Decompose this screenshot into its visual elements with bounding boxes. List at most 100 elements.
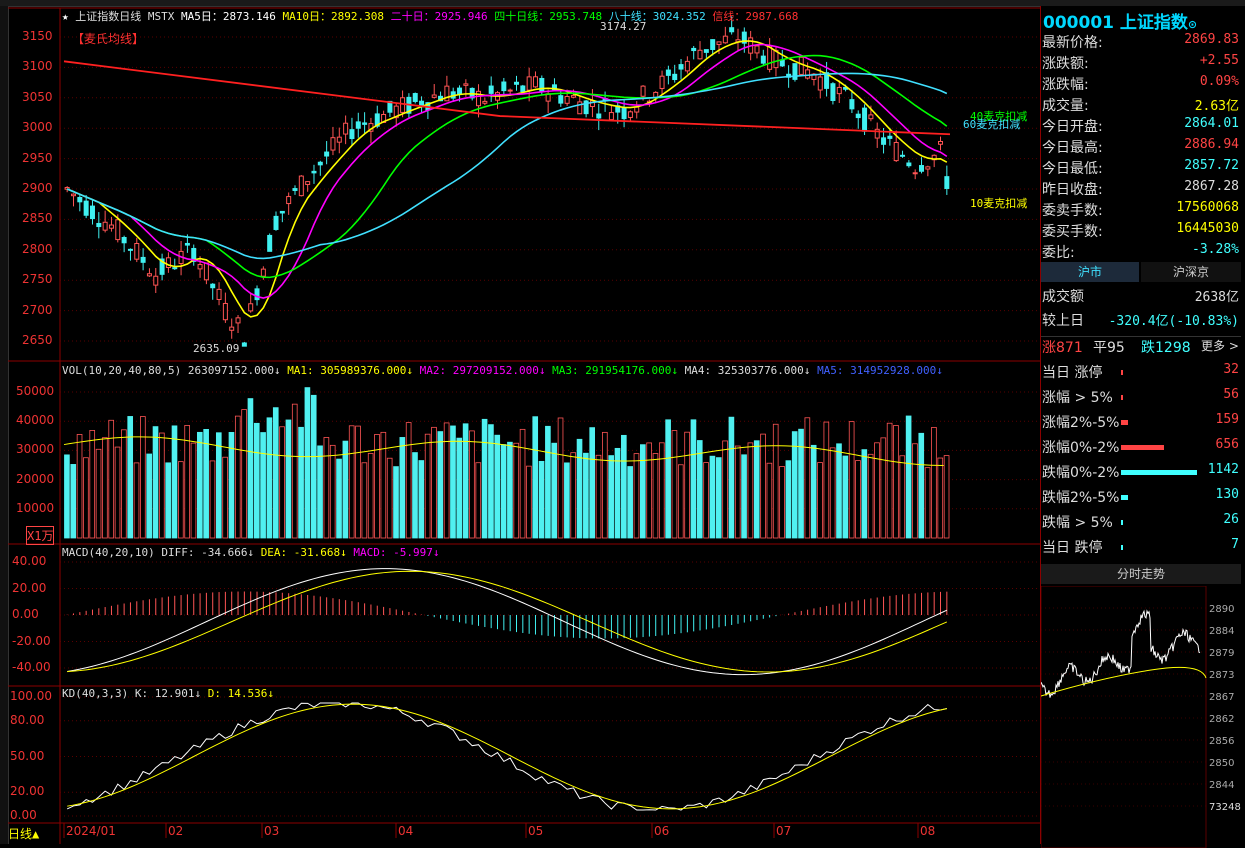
candle bbox=[501, 77, 507, 95]
price-tick-2: 3050 bbox=[22, 89, 53, 104]
candle bbox=[855, 110, 861, 129]
volume-bar bbox=[102, 437, 108, 539]
volume-bar bbox=[589, 427, 595, 539]
quote-row: 涨跌额: +2.55 bbox=[1041, 53, 1241, 74]
quote-value: 16445030 bbox=[1176, 221, 1239, 236]
volume-bar bbox=[279, 426, 285, 539]
volume-bar bbox=[431, 426, 437, 539]
volume-bar bbox=[728, 416, 735, 539]
down-count: 跌1298 bbox=[1141, 340, 1191, 356]
kd-tick-2: 50.00 bbox=[10, 748, 45, 763]
quote-label: 委买手数: bbox=[1042, 224, 1103, 240]
volume-bar bbox=[114, 446, 121, 539]
low-price-label: 2635.09 bbox=[193, 342, 240, 355]
candle bbox=[210, 283, 216, 300]
volume-bar bbox=[83, 457, 89, 539]
candle bbox=[900, 150, 906, 158]
volume-bar bbox=[209, 460, 216, 539]
quote-value: -3.28% bbox=[1192, 242, 1239, 257]
candle bbox=[925, 165, 931, 177]
distribution-bar bbox=[1121, 545, 1123, 550]
volume-bar bbox=[924, 467, 931, 539]
ms-label: MSTX bbox=[147, 10, 175, 23]
quote-value: 2864.01 bbox=[1184, 116, 1239, 131]
volume-bar bbox=[437, 431, 444, 539]
more-link[interactable]: 更多 > bbox=[1201, 337, 1239, 354]
tab-shanghai[interactable]: 沪市 bbox=[1041, 262, 1139, 282]
candle bbox=[931, 154, 937, 168]
period-selector[interactable]: 日线▲ bbox=[8, 825, 39, 842]
volume-bar bbox=[361, 462, 368, 539]
candle bbox=[716, 41, 722, 55]
candle bbox=[805, 62, 811, 80]
info-icon[interactable]: ⊙ bbox=[1188, 18, 1197, 31]
quote-label: 委卖手数: bbox=[1042, 203, 1103, 219]
candle bbox=[697, 41, 703, 60]
volume-bar bbox=[545, 425, 551, 539]
volume-ma5: MA5: 314952928.000↓ bbox=[817, 364, 943, 377]
volume-bar bbox=[874, 442, 880, 539]
candle bbox=[165, 252, 171, 273]
volume-bar bbox=[576, 438, 583, 539]
candle bbox=[760, 49, 766, 67]
candle bbox=[665, 65, 671, 85]
candle bbox=[292, 185, 298, 195]
volume-bar bbox=[95, 448, 102, 539]
volume-bar bbox=[937, 457, 944, 539]
volume-bar bbox=[899, 455, 906, 539]
intraday-tick-4: 2867 bbox=[1209, 692, 1234, 703]
candle bbox=[191, 244, 197, 266]
candle bbox=[324, 141, 330, 165]
macd-title: MACD(40,20,10) bbox=[62, 546, 155, 559]
price-tick-3: 3000 bbox=[22, 120, 53, 135]
candle bbox=[450, 87, 456, 101]
macd-header: MACD(40,20,10) DIFF: -34.666↓ DEA: -31.6… bbox=[62, 546, 440, 559]
candle bbox=[836, 80, 842, 103]
volume-bar bbox=[241, 409, 247, 539]
volume-ma3: MA3: 291954176.000↓ bbox=[552, 364, 678, 377]
volume-ma2: MA2: 297209152.000↓ bbox=[419, 364, 546, 377]
candle bbox=[279, 210, 285, 223]
macd-diff-line bbox=[67, 568, 948, 676]
kd-k: K: 12.901↓ bbox=[134, 687, 202, 700]
moving-averages bbox=[63, 40, 951, 318]
distribution-row: 涨幅2%-5% 159 bbox=[1041, 412, 1241, 433]
volume-bar bbox=[336, 458, 342, 539]
volume-bar bbox=[159, 432, 165, 539]
volume-bar bbox=[722, 440, 728, 539]
volume-bar bbox=[602, 431, 608, 539]
candle bbox=[779, 49, 785, 68]
volume-bar bbox=[734, 445, 741, 539]
candle bbox=[273, 211, 279, 231]
distribution-label: 当日 涨停 bbox=[1042, 365, 1103, 381]
volume-bar bbox=[418, 460, 425, 539]
quote-row: 委卖手数: 17560068 bbox=[1041, 200, 1241, 221]
candle bbox=[938, 136, 944, 151]
volume-bar bbox=[140, 416, 146, 539]
volume-bar bbox=[779, 466, 785, 539]
intraday-chart[interactable]: 2890 2884 2879 2873 2867 2862 2856 2850 2844 7324… bbox=[1041, 586, 1244, 848]
ma5-label: MA5日：2873.146 bbox=[181, 10, 276, 23]
volume-bar bbox=[886, 422, 893, 539]
tab-shanghai-shenzhen[interactable]: 沪深京 bbox=[1141, 262, 1241, 282]
candle bbox=[362, 112, 368, 134]
volume-bar bbox=[196, 431, 203, 539]
volume-bar bbox=[905, 415, 912, 539]
candle bbox=[102, 210, 108, 233]
distribution-row: 当日 跌停 7 bbox=[1041, 537, 1241, 558]
volume-ma4: MA4: 325303776.000↓ bbox=[684, 364, 811, 377]
volume-bar bbox=[912, 443, 918, 539]
volume-bar bbox=[867, 453, 874, 539]
volume-bar bbox=[481, 418, 488, 539]
candle bbox=[659, 70, 665, 95]
candle bbox=[267, 233, 273, 252]
volume-bar bbox=[519, 428, 526, 539]
kline-chart-area[interactable] bbox=[0, 0, 1040, 844]
distribution-row: 跌幅0%-2% 1142 bbox=[1041, 462, 1241, 483]
candle bbox=[412, 92, 418, 104]
distribution-label: 涨幅0%-2% bbox=[1042, 440, 1120, 456]
mcginley-label: 【麦氏均线】 bbox=[72, 32, 145, 46]
volume-bar bbox=[621, 434, 627, 539]
candle bbox=[387, 100, 393, 117]
candle bbox=[735, 28, 741, 51]
